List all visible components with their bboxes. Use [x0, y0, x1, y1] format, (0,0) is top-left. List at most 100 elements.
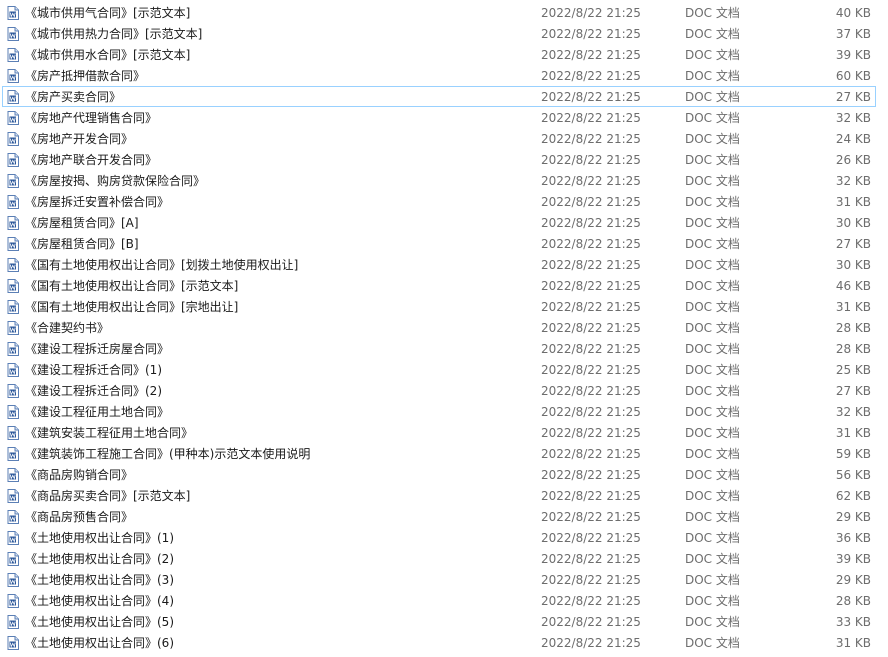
- file-row[interactable]: 《房产抵押借款合同》 2022/8/22 21:25 DOC 文档 60 KB: [2, 65, 876, 86]
- file-row[interactable]: 《国有土地使用权出让合同》[宗地出让] 2022/8/22 21:25 DOC 文档…: [2, 296, 876, 317]
- file-date-modified: 2022/8/22 21:25: [541, 615, 641, 629]
- file-type: DOC 文档: [685, 468, 740, 482]
- file-size: 26 KB: [835, 153, 871, 167]
- file-row[interactable]: 《建设工程征用土地合同》 2022/8/22 21:25 DOC 文档 32 KB: [2, 401, 876, 422]
- file-name: 《合建契约书》: [25, 321, 110, 335]
- file-size: 59 KB: [835, 447, 871, 461]
- word-document-icon: [7, 468, 19, 482]
- file-row[interactable]: 《商品房预售合同》 2022/8/22 21:25 DOC 文档 29 KB: [2, 506, 876, 527]
- file-row[interactable]: 《国有土地使用权出让合同》[划拨土地使用权出让] 2022/8/22 21:25 D…: [2, 254, 876, 275]
- file-type: DOC 文档: [685, 531, 740, 545]
- file-date-modified: 2022/8/22 21:25: [541, 594, 641, 608]
- file-row[interactable]: 《商品房买卖合同》[示范文本] 2022/8/22 21:25 DOC 文档 62 K…: [2, 485, 876, 506]
- word-document-icon: [7, 90, 19, 104]
- file-row[interactable]: 《建筑安装工程征用土地合同》 2022/8/22 21:25 DOC 文档 31 KB: [2, 422, 876, 443]
- file-row[interactable]: 《城市供用水合同》[示范文本] 2022/8/22 21:25 DOC 文档 39 K…: [2, 44, 876, 65]
- file-name: 《建筑安装工程征用土地合同》: [25, 426, 194, 440]
- file-size: 62 KB: [835, 489, 871, 503]
- file-size: 29 KB: [835, 573, 871, 587]
- file-size: 39 KB: [835, 552, 871, 566]
- file-row[interactable]: 《房地产联合开发合同》 2022/8/22 21:25 DOC 文档 26 KB: [2, 149, 876, 170]
- word-document-icon: [7, 363, 19, 377]
- file-date-modified: 2022/8/22 21:25: [541, 573, 641, 587]
- file-name: 《房屋租赁合同》[B]: [25, 237, 139, 251]
- word-document-icon: [7, 132, 19, 146]
- file-row[interactable]: 《房地产开发合同》 2022/8/22 21:25 DOC 文档 24 KB: [2, 128, 876, 149]
- file-row[interactable]: 《房屋拆迁安置补偿合同》 2022/8/22 21:25 DOC 文档 31 KB: [2, 191, 876, 212]
- file-name: 《城市供用气合同》[示范文本]: [25, 6, 191, 20]
- word-document-icon: [7, 510, 19, 524]
- file-row[interactable]: 《国有土地使用权出让合同》[示范文本] 2022/8/22 21:25 DOC 文档…: [2, 275, 876, 296]
- file-row[interactable]: 《土地使用权出让合同》(1) 2022/8/22 21:25 DOC 文档 36 KB: [2, 527, 876, 548]
- file-list: 《城市供用气合同》[示范文本] 2022/8/22 21:25 DOC 文档 40 K…: [0, 0, 888, 652]
- word-document-icon: [7, 573, 19, 587]
- file-type: DOC 文档: [685, 153, 740, 167]
- file-date-modified: 2022/8/22 21:25: [541, 489, 641, 503]
- file-date-modified: 2022/8/22 21:25: [541, 342, 641, 356]
- file-date-modified: 2022/8/22 21:25: [541, 426, 641, 440]
- file-date-modified: 2022/8/22 21:25: [541, 279, 641, 293]
- file-size: 32 KB: [835, 111, 871, 125]
- file-row[interactable]: 《房屋租赁合同》[B] 2022/8/22 21:25 DOC 文档 27 KB: [2, 233, 876, 254]
- file-row[interactable]: 《土地使用权出让合同》(6) 2022/8/22 21:25 DOC 文档 31 KB: [2, 632, 876, 653]
- word-document-icon: [7, 552, 19, 566]
- file-type: DOC 文档: [685, 195, 740, 209]
- word-document-icon: [7, 594, 19, 608]
- file-row[interactable]: 《土地使用权出让合同》(5) 2022/8/22 21:25 DOC 文档 33 KB: [2, 611, 876, 632]
- file-name: 《土地使用权出让合同》(5): [25, 615, 174, 629]
- file-row[interactable]: 《土地使用权出让合同》(3) 2022/8/22 21:25 DOC 文档 29 KB: [2, 569, 876, 590]
- file-name: 《房地产联合开发合同》: [25, 153, 158, 167]
- file-row[interactable]: 《建设工程拆迁房屋合同》 2022/8/22 21:25 DOC 文档 28 KB: [2, 338, 876, 359]
- file-date-modified: 2022/8/22 21:25: [541, 69, 641, 83]
- file-type: DOC 文档: [685, 237, 740, 251]
- file-row[interactable]: 《房屋租赁合同》[A] 2022/8/22 21:25 DOC 文档 30 KB: [2, 212, 876, 233]
- file-name: 《房产抵押借款合同》: [25, 69, 146, 83]
- file-row[interactable]: 《房屋按揭、购房贷款保险合同》 2022/8/22 21:25 DOC 文档 32 K…: [2, 170, 876, 191]
- word-document-icon: [7, 237, 19, 251]
- file-size: 60 KB: [835, 69, 871, 83]
- file-date-modified: 2022/8/22 21:25: [541, 531, 641, 545]
- file-row[interactable]: 《建设工程拆迁合同》(1) 2022/8/22 21:25 DOC 文档 25 KB: [2, 359, 876, 380]
- word-document-icon: [7, 111, 19, 125]
- file-date-modified: 2022/8/22 21:25: [541, 447, 641, 461]
- word-document-icon: [7, 489, 19, 503]
- file-date-modified: 2022/8/22 21:25: [541, 48, 641, 62]
- file-row[interactable]: 《合建契约书》 2022/8/22 21:25 DOC 文档 28 KB: [2, 317, 876, 338]
- word-document-icon: [7, 426, 19, 440]
- file-size: 40 KB: [835, 6, 871, 20]
- file-type: DOC 文档: [685, 363, 740, 377]
- file-row[interactable]: 《建设工程拆迁合同》(2) 2022/8/22 21:25 DOC 文档 27 KB: [2, 380, 876, 401]
- file-type: DOC 文档: [685, 447, 740, 461]
- file-row[interactable]: 《房产买卖合同》 2022/8/22 21:25 DOC 文档 27 KB: [2, 86, 876, 107]
- file-name: 《土地使用权出让合同》(4): [25, 594, 174, 608]
- word-document-icon: [7, 405, 19, 419]
- word-document-icon: [7, 300, 19, 314]
- file-size: 31 KB: [835, 636, 871, 650]
- word-document-icon: [7, 174, 19, 188]
- word-document-icon: [7, 216, 19, 230]
- file-row[interactable]: 《城市供用气合同》[示范文本] 2022/8/22 21:25 DOC 文档 40 K…: [2, 2, 876, 23]
- file-row[interactable]: 《商品房购销合同》 2022/8/22 21:25 DOC 文档 56 KB: [2, 464, 876, 485]
- file-row[interactable]: 《城市供用热力合同》[示范文本] 2022/8/22 21:25 DOC 文档 37 …: [2, 23, 876, 44]
- word-document-icon: [7, 258, 19, 272]
- file-name: 《建设工程拆迁合同》(1): [25, 363, 162, 377]
- word-document-icon: [7, 27, 19, 41]
- file-date-modified: 2022/8/22 21:25: [541, 510, 641, 524]
- file-name: 《房屋拆迁安置补偿合同》: [25, 195, 170, 209]
- file-row[interactable]: 《土地使用权出让合同》(4) 2022/8/22 21:25 DOC 文档 28 KB: [2, 590, 876, 611]
- file-name: 《房产买卖合同》: [25, 90, 122, 104]
- file-name: 《土地使用权出让合同》(6): [25, 636, 174, 650]
- file-type: DOC 文档: [685, 69, 740, 83]
- file-size: 56 KB: [835, 468, 871, 482]
- file-date-modified: 2022/8/22 21:25: [541, 237, 641, 251]
- file-row[interactable]: 《建筑装饰工程施工合同》(甲种本)示范文本使用说明 2022/8/22 21:25…: [2, 443, 876, 464]
- file-date-modified: 2022/8/22 21:25: [541, 6, 641, 20]
- file-type: DOC 文档: [685, 636, 740, 650]
- file-name: 《房地产开发合同》: [25, 132, 134, 146]
- file-row[interactable]: 《房地产代理销售合同》 2022/8/22 21:25 DOC 文档 32 KB: [2, 107, 876, 128]
- file-row[interactable]: 《土地使用权出让合同》(2) 2022/8/22 21:25 DOC 文档 39 KB: [2, 548, 876, 569]
- file-date-modified: 2022/8/22 21:25: [541, 321, 641, 335]
- file-type: DOC 文档: [685, 132, 740, 146]
- file-size: 28 KB: [835, 321, 871, 335]
- word-document-icon: [7, 153, 19, 167]
